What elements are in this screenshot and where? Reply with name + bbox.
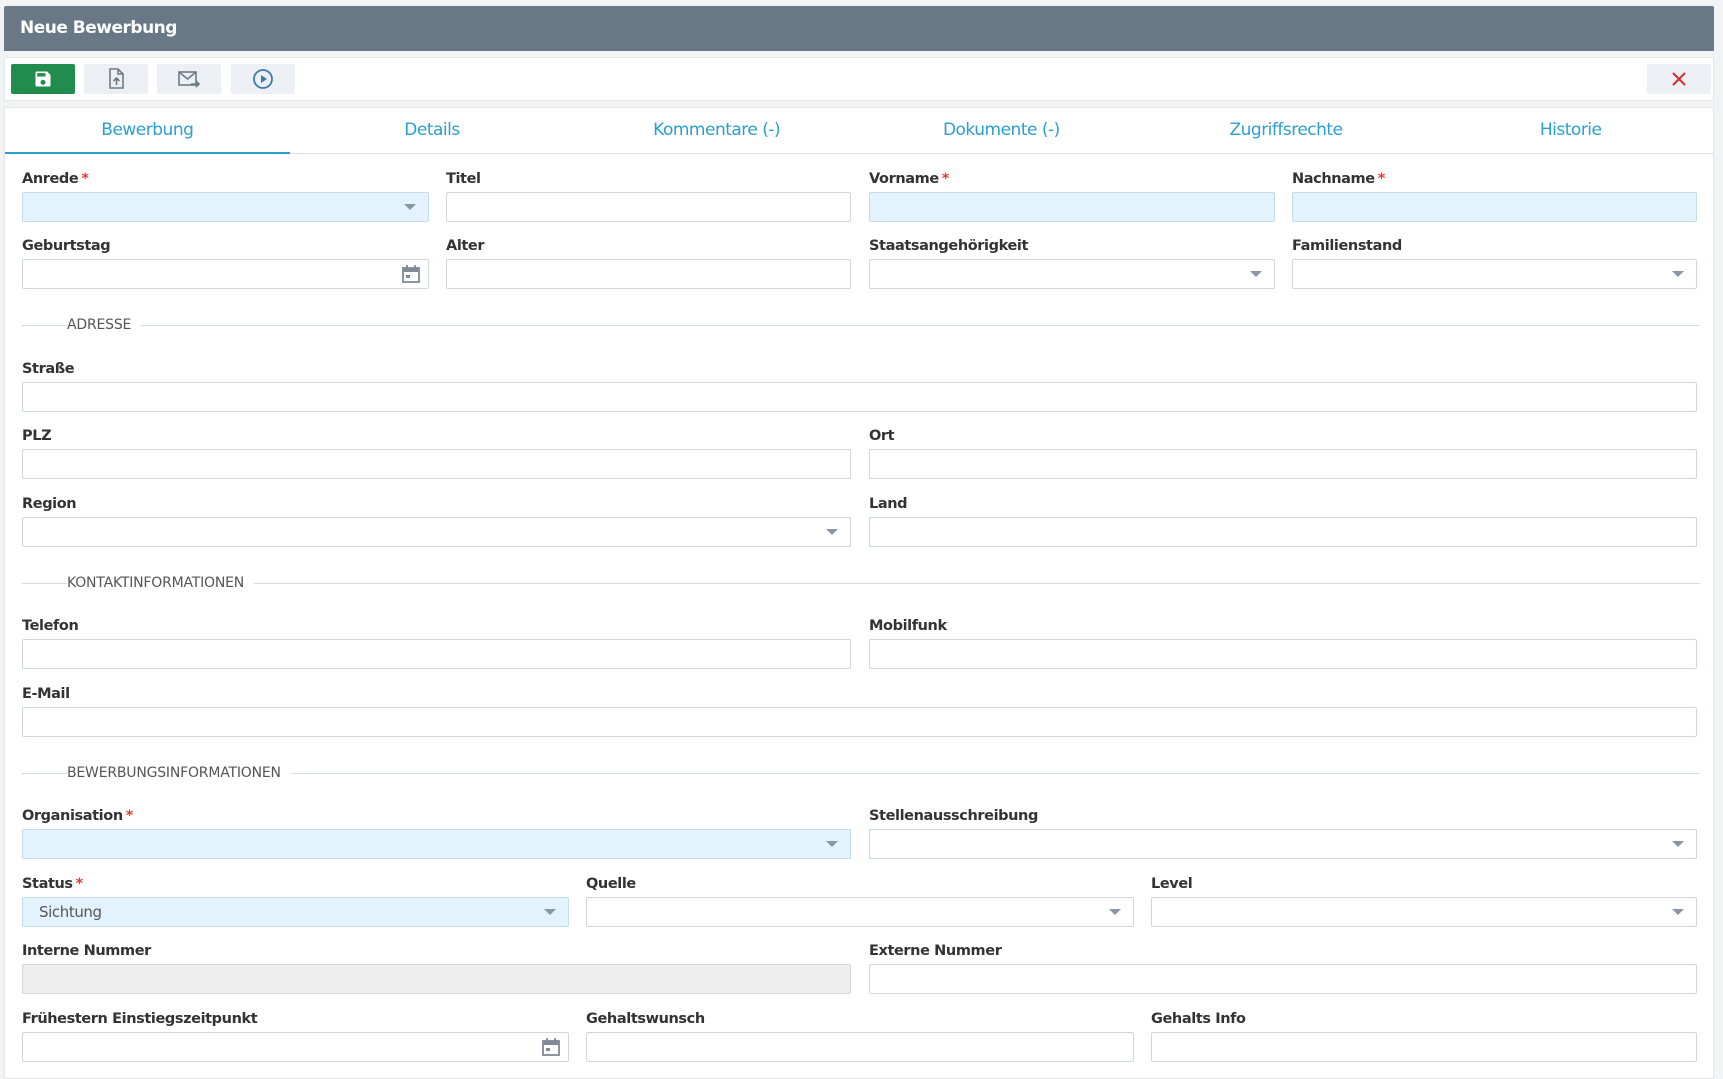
close-icon bbox=[1672, 72, 1686, 86]
region-select[interactable] bbox=[22, 517, 851, 547]
ort-input[interactable] bbox=[869, 449, 1697, 479]
window-title: Neue Bewerbung bbox=[4, 6, 1714, 51]
floppy-disk-icon bbox=[35, 71, 51, 87]
section-adresse-title: ADRESSE bbox=[67, 315, 142, 335]
anrede-label: Anrede * bbox=[22, 171, 89, 187]
chevron-down-icon bbox=[1250, 271, 1262, 277]
familienstand-label: Familienstand bbox=[1292, 238, 1402, 254]
organisation-label: Organisation * bbox=[22, 808, 133, 824]
land-input[interactable] bbox=[869, 517, 1697, 547]
send-mail-button[interactable] bbox=[157, 64, 221, 94]
file-upload-icon bbox=[109, 68, 124, 89]
plz-label: PLZ bbox=[22, 428, 52, 444]
mobilfunk-input[interactable] bbox=[869, 639, 1697, 669]
section-bewerbung: BEWERBUNGSINFORMATIONEN bbox=[22, 763, 1700, 783]
status-select[interactable]: Sichtung bbox=[22, 897, 569, 927]
titel-input[interactable] bbox=[446, 192, 851, 222]
staatsangehoerigkeit-label: Staatsangehörigkeit bbox=[869, 238, 1029, 254]
quelle-label: Quelle bbox=[586, 876, 636, 892]
email-input[interactable] bbox=[22, 707, 1697, 737]
section-kontakt: KONTAKTINFORMATIONEN bbox=[22, 573, 1700, 593]
chevron-down-icon bbox=[1109, 909, 1121, 915]
organisation-select[interactable] bbox=[22, 829, 851, 859]
gehaltswunsch-label: Gehaltswunsch bbox=[586, 1011, 705, 1027]
tab-historie[interactable]: Historie bbox=[1428, 108, 1713, 153]
vorname-input[interactable] bbox=[869, 192, 1275, 222]
anrede-select[interactable] bbox=[22, 192, 429, 222]
nachname-input[interactable] bbox=[1292, 192, 1697, 222]
gehalts-info-input[interactable] bbox=[1151, 1032, 1697, 1062]
vorname-label: Vorname * bbox=[869, 171, 949, 187]
upload-button[interactable] bbox=[84, 64, 148, 94]
geburtstag-date-input[interactable] bbox=[22, 259, 429, 289]
interne-nummer-label: Interne Nummer bbox=[22, 943, 151, 959]
staatsangehoerigkeit-select[interactable] bbox=[869, 259, 1275, 289]
mail-forward-icon bbox=[178, 71, 201, 88]
section-adresse: ADRESSE bbox=[22, 315, 1700, 335]
mobilfunk-label: Mobilfunk bbox=[869, 618, 947, 634]
chevron-down-icon bbox=[1672, 841, 1684, 847]
close-button[interactable] bbox=[1647, 64, 1711, 94]
plz-input[interactable] bbox=[22, 449, 851, 479]
stellenausschreibung-select[interactable] bbox=[869, 829, 1697, 859]
toolbar bbox=[4, 57, 1714, 101]
section-bewerbung-title: BEWERBUNGSINFORMATIONEN bbox=[67, 763, 291, 783]
nachname-label: Nachname * bbox=[1292, 171, 1385, 187]
status-label: Status * bbox=[22, 876, 83, 892]
chevron-down-icon bbox=[404, 204, 416, 210]
chevron-down-icon bbox=[826, 841, 838, 847]
telefon-input[interactable] bbox=[22, 639, 851, 669]
externe-nummer-label: Externe Nummer bbox=[869, 943, 1002, 959]
ort-label: Ort bbox=[869, 428, 895, 444]
tab-kommentare[interactable]: Kommentare (-) bbox=[574, 108, 859, 153]
land-label: Land bbox=[869, 496, 908, 512]
alter-input[interactable] bbox=[446, 259, 851, 289]
region-label: Region bbox=[22, 496, 77, 512]
gehaltswunsch-input[interactable] bbox=[586, 1032, 1134, 1062]
strasse-label: Straße bbox=[22, 361, 75, 377]
interne-nummer-input bbox=[22, 964, 851, 994]
familienstand-select[interactable] bbox=[1292, 259, 1697, 289]
level-select[interactable] bbox=[1151, 897, 1697, 927]
save-button[interactable] bbox=[11, 64, 75, 94]
titel-label: Titel bbox=[446, 171, 481, 187]
status-value: Sichtung bbox=[39, 903, 102, 921]
alter-label: Alter bbox=[446, 238, 485, 254]
email-label: E-Mail bbox=[22, 686, 70, 702]
level-label: Level bbox=[1151, 876, 1193, 892]
telefon-label: Telefon bbox=[22, 618, 79, 634]
einstieg-label: Frühestern Einstiegszeitpunkt bbox=[22, 1011, 258, 1027]
tab-bar: Bewerbung Details Kommentare (-) Dokumen… bbox=[5, 108, 1713, 154]
gehalts-info-label: Gehalts Info bbox=[1151, 1011, 1246, 1027]
play-button[interactable] bbox=[231, 64, 295, 94]
geburtstag-label: Geburtstag bbox=[22, 238, 111, 254]
chevron-down-icon bbox=[826, 529, 838, 535]
tab-zugriffsrechte[interactable]: Zugriffsrechte bbox=[1144, 108, 1429, 153]
tab-bewerbung[interactable]: Bewerbung bbox=[5, 108, 290, 154]
chevron-down-icon bbox=[1672, 909, 1684, 915]
play-circle-icon bbox=[253, 69, 273, 89]
tab-details[interactable]: Details bbox=[290, 108, 575, 153]
einstieg-date-input[interactable] bbox=[22, 1032, 569, 1062]
quelle-select[interactable] bbox=[586, 897, 1134, 927]
tab-dokumente[interactable]: Dokumente (-) bbox=[859, 108, 1144, 153]
stellenausschreibung-label: Stellenausschreibung bbox=[869, 808, 1038, 824]
strasse-input[interactable] bbox=[22, 382, 1697, 412]
chevron-down-icon bbox=[1672, 271, 1684, 277]
externe-nummer-input[interactable] bbox=[869, 964, 1697, 994]
chevron-down-icon bbox=[544, 909, 556, 915]
section-kontakt-title: KONTAKTINFORMATIONEN bbox=[67, 573, 255, 593]
form-panel: Bewerbung Details Kommentare (-) Dokumen… bbox=[4, 107, 1714, 1079]
calendar-icon[interactable] bbox=[540, 1036, 562, 1058]
calendar-icon[interactable] bbox=[400, 263, 422, 285]
